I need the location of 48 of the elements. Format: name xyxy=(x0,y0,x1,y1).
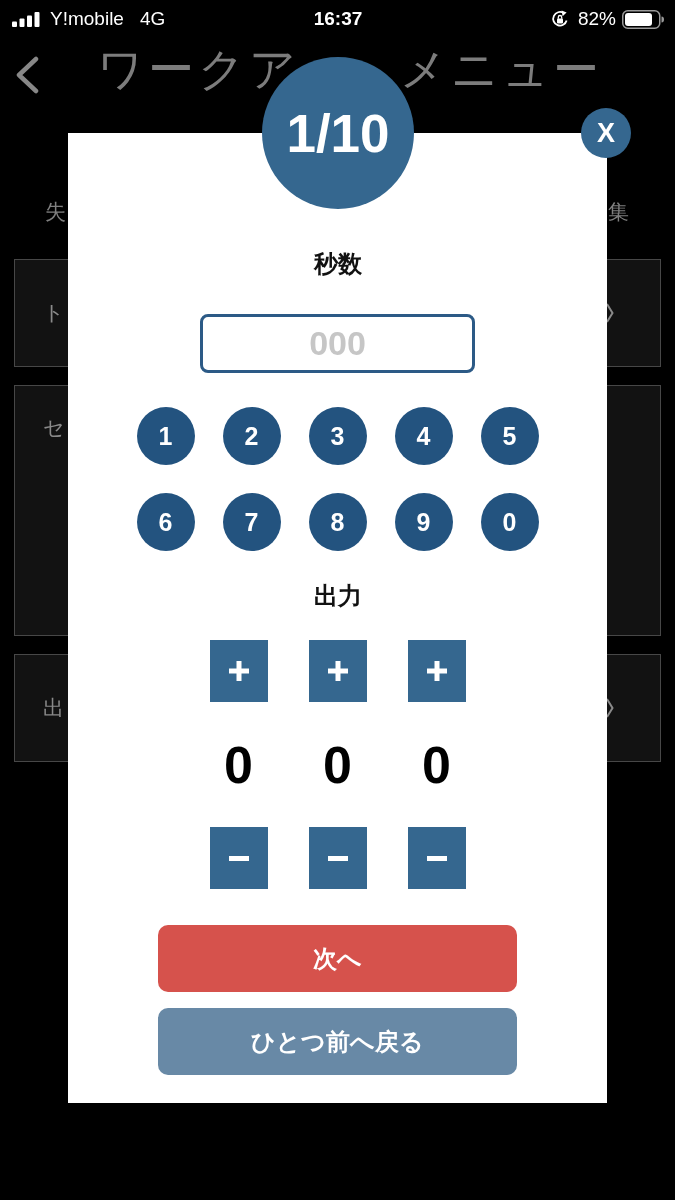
clock-time: 16:37 xyxy=(313,8,363,30)
carrier-name: Y!mobile xyxy=(50,8,124,30)
page-title: メニュー xyxy=(400,46,603,92)
plus-icon xyxy=(327,661,348,681)
seconds-input[interactable]: 000 xyxy=(200,314,475,373)
network-type: 4G xyxy=(139,8,166,30)
digit-value: 0 xyxy=(323,738,352,791)
next-button[interactable]: 次へ xyxy=(158,925,517,992)
minus-icon xyxy=(426,855,447,861)
output-label: 出力 xyxy=(313,581,362,611)
signal-icon xyxy=(12,11,40,27)
keypad-button[interactable]: 0 xyxy=(480,493,539,551)
keypad-button[interactable]: 3 xyxy=(308,407,367,465)
chevron-right-icon xyxy=(606,698,614,718)
seconds-label: 秒数 xyxy=(313,249,362,279)
keypad-button[interactable]: 1 xyxy=(136,407,195,465)
keypad-button[interactable]: 8 xyxy=(308,493,367,551)
keypad-button[interactable]: 4 xyxy=(394,407,453,465)
digit-value: 0 xyxy=(224,738,253,791)
decrement-button[interactable] xyxy=(407,827,466,889)
card-label: 出 xyxy=(43,696,64,720)
decrement-button[interactable] xyxy=(308,827,367,889)
battery-percent: 82% xyxy=(578,8,616,30)
digit-value: 0 xyxy=(422,738,451,791)
increment-button[interactable] xyxy=(407,640,466,702)
minus-icon xyxy=(327,855,348,861)
plus-icon xyxy=(426,661,447,681)
battery-icon xyxy=(622,9,664,29)
keypad-button[interactable]: 9 xyxy=(394,493,453,551)
keypad-button[interactable]: 6 xyxy=(136,493,195,551)
back-icon[interactable] xyxy=(14,56,40,94)
keypad-button[interactable]: 7 xyxy=(222,493,281,551)
previous-button[interactable]: ひとつ前へ戻る xyxy=(158,1008,517,1075)
label-text: 失 xyxy=(45,199,66,225)
decrement-button[interactable] xyxy=(209,827,268,889)
plus-icon xyxy=(228,661,249,681)
keypad-button[interactable]: 2 xyxy=(222,407,281,465)
page-title: ワークア xyxy=(97,46,300,92)
increment-button[interactable] xyxy=(209,640,268,702)
card-label: ト xyxy=(43,301,65,325)
label-text: 集 xyxy=(608,199,629,225)
keypad-button[interactable]: 5 xyxy=(480,407,539,465)
card-label: セ xyxy=(43,416,65,440)
chevron-right-icon xyxy=(606,303,614,323)
minus-icon xyxy=(228,855,249,861)
increment-button[interactable] xyxy=(308,640,367,702)
rotation-lock-icon xyxy=(551,10,569,28)
close-button[interactable]: X xyxy=(581,108,631,158)
